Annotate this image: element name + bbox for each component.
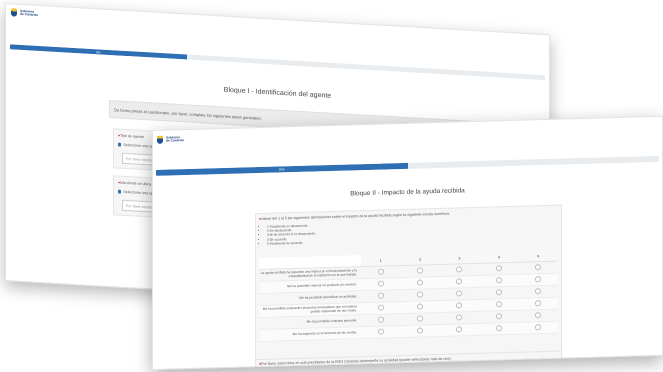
rating-radio[interactable] bbox=[535, 324, 542, 331]
rating-radio[interactable] bbox=[495, 289, 502, 296]
rating-cell bbox=[361, 289, 401, 303]
rating-cell bbox=[479, 274, 519, 288]
rating-cell bbox=[518, 273, 558, 287]
rating-radio[interactable] bbox=[377, 316, 384, 323]
rating-cell bbox=[361, 301, 401, 315]
rating-radio[interactable] bbox=[495, 301, 502, 308]
rating-radio[interactable] bbox=[535, 312, 542, 319]
rating-radio[interactable] bbox=[417, 291, 424, 298]
row-statement: Me ha supuesto un incremento de las vent… bbox=[259, 326, 361, 342]
scale-item: 5-Totalmente de acuerdo. bbox=[267, 240, 316, 246]
progress-bar: 0% bbox=[10, 44, 545, 81]
rating-radio[interactable] bbox=[535, 300, 542, 307]
rating-cell bbox=[479, 262, 519, 276]
rating-radio[interactable] bbox=[456, 278, 463, 285]
radio-dot-icon bbox=[118, 189, 122, 194]
rating-cell bbox=[361, 265, 401, 279]
rating-radio[interactable] bbox=[456, 266, 463, 273]
progress-label: 0% bbox=[96, 49, 101, 55]
rating-cell bbox=[479, 322, 519, 336]
rating-cell bbox=[439, 275, 480, 289]
rating-cell bbox=[439, 299, 480, 313]
rating-cell bbox=[479, 310, 519, 324]
rating-radio[interactable] bbox=[495, 313, 502, 320]
coat-of-arms-icon bbox=[11, 8, 17, 17]
rating-cell bbox=[400, 264, 440, 278]
rating-cell bbox=[400, 300, 440, 314]
coat-of-arms-icon bbox=[157, 135, 163, 144]
rating-radio[interactable] bbox=[377, 280, 384, 287]
brand-logo: Gobierno de Canarias bbox=[157, 135, 184, 144]
rating-radio[interactable] bbox=[377, 304, 384, 311]
progress-label: 50% bbox=[278, 167, 285, 172]
radio-dot-icon bbox=[118, 142, 122, 147]
rating-cell bbox=[439, 287, 480, 301]
rating-radio[interactable] bbox=[377, 292, 384, 299]
rating-cell bbox=[400, 324, 440, 338]
rating-radio[interactable] bbox=[495, 277, 502, 284]
rating-cell bbox=[400, 288, 440, 302]
brand-name: Gobierno de Canarias bbox=[20, 8, 39, 17]
brand-logo: Gobierno de Canarias bbox=[11, 8, 38, 18]
rating-radio[interactable] bbox=[417, 267, 424, 274]
rating-cell bbox=[361, 325, 401, 339]
rating-radio[interactable] bbox=[535, 264, 542, 271]
question-text: ●Por favor, seleccione en qué prioridade… bbox=[259, 356, 452, 367]
rating-matrix: 1 2 3 4 5 La ayuda recibida ha supuesto … bbox=[259, 249, 558, 342]
rating-cell bbox=[479, 286, 519, 300]
rating-radio[interactable] bbox=[495, 265, 502, 272]
rating-cell bbox=[439, 263, 480, 277]
rating-cell bbox=[361, 277, 401, 291]
rating-radio[interactable] bbox=[456, 314, 463, 321]
rating-radio[interactable] bbox=[417, 303, 424, 310]
rating-cell bbox=[518, 321, 558, 335]
rating-radio[interactable] bbox=[417, 315, 424, 322]
rating-cell bbox=[361, 313, 401, 327]
rating-radio[interactable] bbox=[456, 290, 463, 297]
question-label: ●Tipo de agente bbox=[118, 133, 145, 140]
scale-legend: 1-Totalmente en desacuerdo. 2-En desacue… bbox=[259, 223, 316, 246]
rating-cell bbox=[518, 309, 558, 323]
question-label: ●Isla donde se ubica bbox=[118, 180, 152, 187]
block-title: Bloque II - Impacto de la ayuda recibida bbox=[350, 187, 465, 198]
question-impact-matrix: ●Valore del 1 al 5 las siguientes afirma… bbox=[255, 204, 562, 361]
rating-radio[interactable] bbox=[377, 268, 384, 275]
question-text: ●Valore del 1 al 5 las siguientes afirma… bbox=[259, 211, 450, 222]
rating-radio[interactable] bbox=[535, 276, 542, 283]
rating-radio[interactable] bbox=[417, 279, 424, 286]
rating-cell bbox=[439, 323, 480, 337]
rating-cell bbox=[479, 298, 519, 312]
rating-cell bbox=[518, 261, 558, 275]
progress-fill: 50% bbox=[156, 162, 408, 176]
front-survey-window: Gobierno de Canarias 50% Bloque II - Imp… bbox=[152, 115, 663, 371]
rating-radio[interactable] bbox=[456, 302, 463, 309]
rating-radio[interactable] bbox=[456, 326, 463, 333]
brand-name: Gobierno de Canarias bbox=[166, 134, 185, 143]
rating-radio[interactable] bbox=[535, 288, 542, 295]
rating-cell bbox=[518, 285, 558, 299]
block-title: Bloque I - Identificación del agente bbox=[223, 86, 332, 100]
rating-radio[interactable] bbox=[417, 327, 424, 334]
rating-cell bbox=[518, 297, 558, 311]
rating-radio[interactable] bbox=[377, 328, 384, 335]
progress-fill: 0% bbox=[10, 44, 187, 60]
intro-text: De forma previa al cuestionario, por fav… bbox=[114, 106, 262, 121]
rating-cell bbox=[400, 312, 440, 326]
rating-cell bbox=[400, 276, 440, 290]
progress-bar: 50% bbox=[156, 155, 659, 176]
rating-radio[interactable] bbox=[495, 325, 502, 332]
rating-cell bbox=[439, 311, 480, 325]
